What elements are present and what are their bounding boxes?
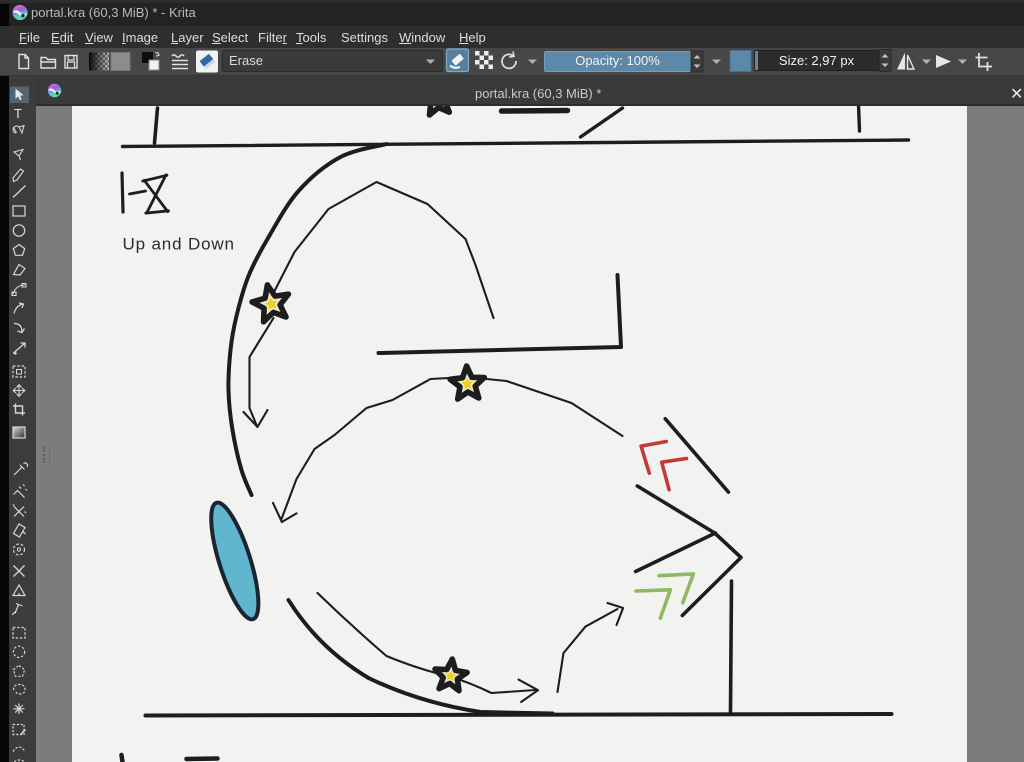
svg-text:Up and Down: Up and Down: [122, 235, 234, 254]
svg-text:T: T: [14, 106, 22, 121]
